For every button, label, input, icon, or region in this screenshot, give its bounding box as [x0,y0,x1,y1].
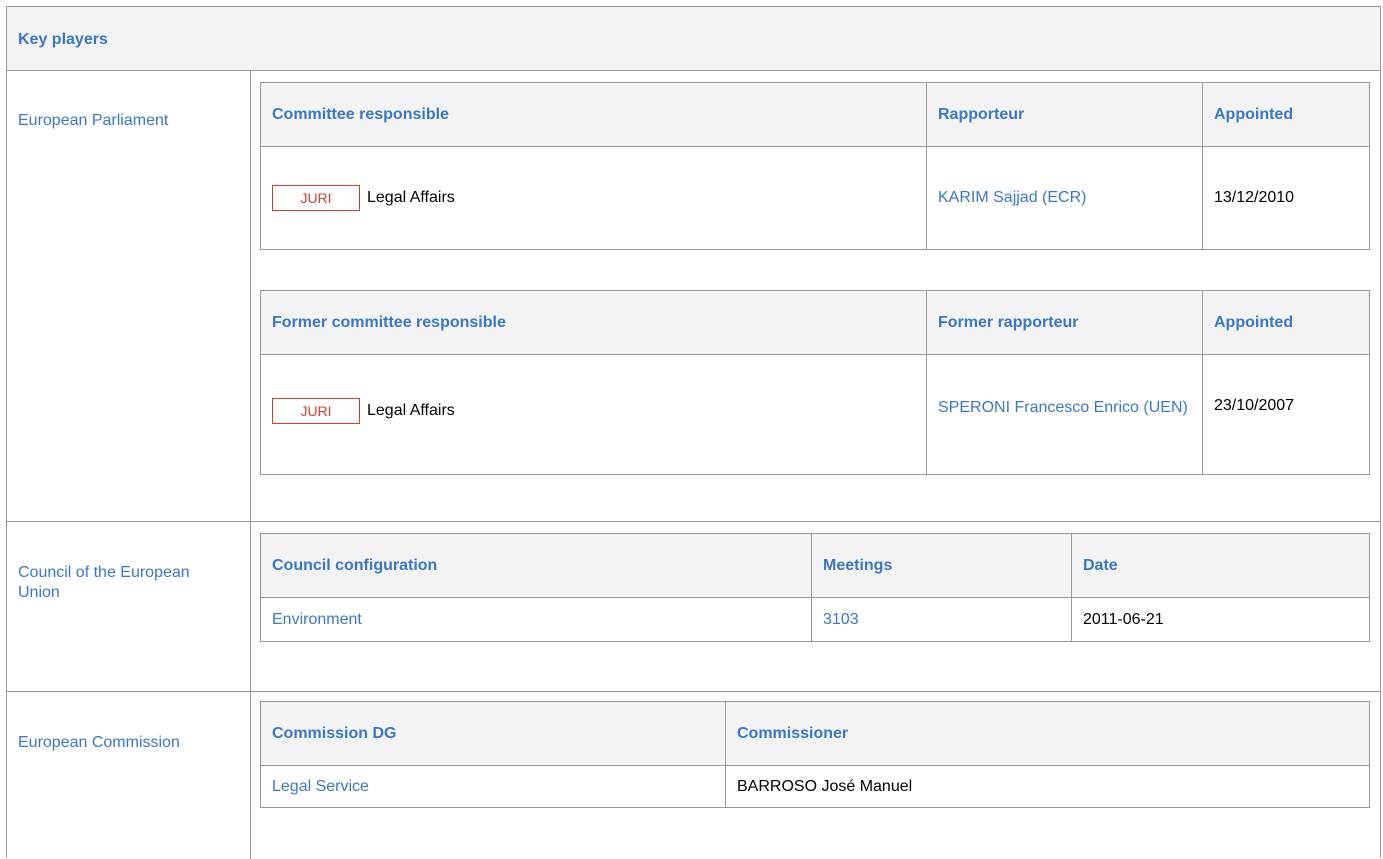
former-committee-table: Former committee responsible Former rapp… [260,290,1370,475]
section-label-commission[interactable]: European Commission [18,733,180,753]
commission-dg-link[interactable]: Legal Service [272,778,369,795]
col-committee-responsible: Committee responsible [260,82,927,147]
col-former-committee: Former committee responsible [260,290,927,355]
appointed-date: 13/12/2010 [1202,146,1370,250]
col-appointed: Appointed [1202,290,1370,355]
committee-cell: JURI Legal Affairs [260,354,927,475]
col-commission-dg: Commission DG [260,701,726,766]
table-row: JURI Legal Affairs SPERONI Francesco Enri… [260,354,1370,475]
col-date: Date [1071,533,1370,598]
row-divider [7,521,1380,522]
panel-title: Key players [18,31,108,48]
meeting-link[interactable]: 3103 [823,611,859,628]
committee-name: Legal Affairs [367,402,455,419]
former-rapporteur-link[interactable]: SPERONI Francesco Enrico (UEN) [938,399,1188,416]
table-row: JURI Legal Affairs KARIM Sajjad (ECR) 13/… [260,146,1370,250]
col-council-configuration: Council configuration [260,533,812,598]
table-row: Legal Service BARROSO José Manuel [260,765,1370,808]
council-table: Council configuration Meetings Date Envi… [260,533,1370,642]
col-appointed: Appointed [1202,82,1370,147]
table-row: Environment 3103 2011-06-21 [260,597,1370,642]
column-divider [250,71,251,859]
col-meetings: Meetings [811,533,1072,598]
committee-badge[interactable]: JURI [272,185,360,211]
committee-badge[interactable]: JURI [272,398,360,424]
commission-table: Commission DG Commissioner Legal Service… [260,701,1370,808]
committee-name: Legal Affairs [367,189,455,206]
council-configuration-link[interactable]: Environment [272,611,362,628]
col-commissioner: Commissioner [725,701,1370,766]
section-label-council[interactable]: Council of the European Union [18,563,218,603]
commissioner-name: BARROSO José Manuel [725,765,1370,808]
committee-cell: JURI Legal Affairs [260,146,927,250]
panel-header: Key players [7,7,1380,71]
section-label-parliament[interactable]: European Parliament [18,111,168,131]
key-players-panel: Key players European Parliament Committe… [6,6,1381,859]
meeting-date: 2011-06-21 [1071,597,1370,642]
appointed-date: 23/10/2007 [1202,354,1370,475]
rapporteur-link[interactable]: KARIM Sajjad (ECR) [938,189,1086,206]
col-former-rapporteur: Former rapporteur [926,290,1203,355]
col-rapporteur: Rapporteur [926,82,1203,147]
committee-responsible-table: Committee responsible Rapporteur Appoint… [260,82,1370,250]
row-divider [7,691,1380,692]
